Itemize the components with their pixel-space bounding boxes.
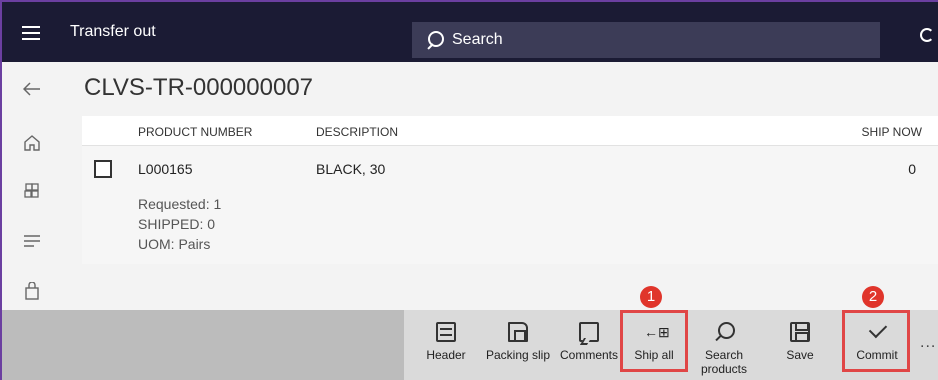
- save-icon: [790, 322, 810, 342]
- grid-header: PRODUCT NUMBER DESCRIPTION SHIP NOW: [82, 116, 938, 146]
- app-title: Transfer out: [70, 23, 156, 40]
- comments-label: Comments: [559, 348, 618, 362]
- home-icon[interactable]: [2, 128, 62, 158]
- search-placeholder: Search: [452, 31, 503, 48]
- commit-check-icon: [867, 322, 887, 342]
- column-header-product-number[interactable]: PRODUCT NUMBER: [138, 125, 252, 139]
- header-icon: [436, 322, 456, 342]
- search-products-icon: [714, 322, 735, 342]
- header-button[interactable]: Header: [426, 312, 466, 380]
- comments-icon: [579, 322, 599, 342]
- description: BLACK, 30: [316, 161, 386, 177]
- row-checkbox[interactable]: [94, 160, 112, 178]
- step-badge-1: 1: [640, 286, 662, 308]
- packing-slip-label: Packing slip: [485, 348, 551, 362]
- ship-all-icon: ←⊞: [644, 324, 670, 340]
- search-icon: [424, 31, 444, 49]
- shipped-text: SHIPPED: 0: [138, 216, 216, 232]
- shopping-bag-icon[interactable]: [2, 276, 62, 306]
- page-title: CLVS-TR-000000007: [84, 74, 314, 101]
- top-bar: Transfer out Search: [2, 2, 938, 62]
- step-badge-2: 2: [862, 286, 884, 308]
- table-row[interactable]: L000165 BLACK, 30 0 Requested: 1 SHIPPED…: [82, 146, 938, 264]
- requested-text: Requested: 1: [138, 196, 222, 212]
- more-button[interactable]: ...: [920, 334, 936, 352]
- modules-icon[interactable]: [2, 176, 62, 206]
- save-label: Save: [786, 348, 814, 362]
- commit-button[interactable]: Commit: [848, 312, 906, 380]
- back-arrow-icon[interactable]: [2, 74, 62, 104]
- column-header-ship-now[interactable]: SHIP NOW: [862, 125, 922, 139]
- product-number: L000165: [138, 161, 193, 177]
- list-icon[interactable]: [2, 226, 62, 256]
- uom-text: UOM: Pairs: [138, 236, 211, 252]
- save-button[interactable]: Save: [780, 312, 820, 380]
- commit-label: Commit: [856, 348, 898, 362]
- search-products-label: Search products: [700, 348, 748, 376]
- packing-slip-icon: [508, 322, 528, 342]
- refresh-icon[interactable]: [920, 28, 934, 42]
- comments-button[interactable]: Comments: [556, 312, 622, 380]
- header-label: Header: [426, 348, 466, 362]
- ship-now-value[interactable]: 0: [908, 161, 916, 177]
- column-header-description[interactable]: DESCRIPTION: [316, 125, 398, 139]
- packing-slip-button[interactable]: Packing slip: [480, 312, 556, 380]
- ship-all-button[interactable]: ←⊞ Ship all: [624, 312, 684, 380]
- product-grid: PRODUCT NUMBER DESCRIPTION SHIP NOW L000…: [82, 116, 938, 264]
- search-box[interactable]: Search: [412, 22, 880, 58]
- ship-all-label: Ship all: [634, 348, 674, 362]
- hamburger-icon[interactable]: [22, 22, 40, 42]
- search-products-button[interactable]: Search products: [698, 312, 750, 380]
